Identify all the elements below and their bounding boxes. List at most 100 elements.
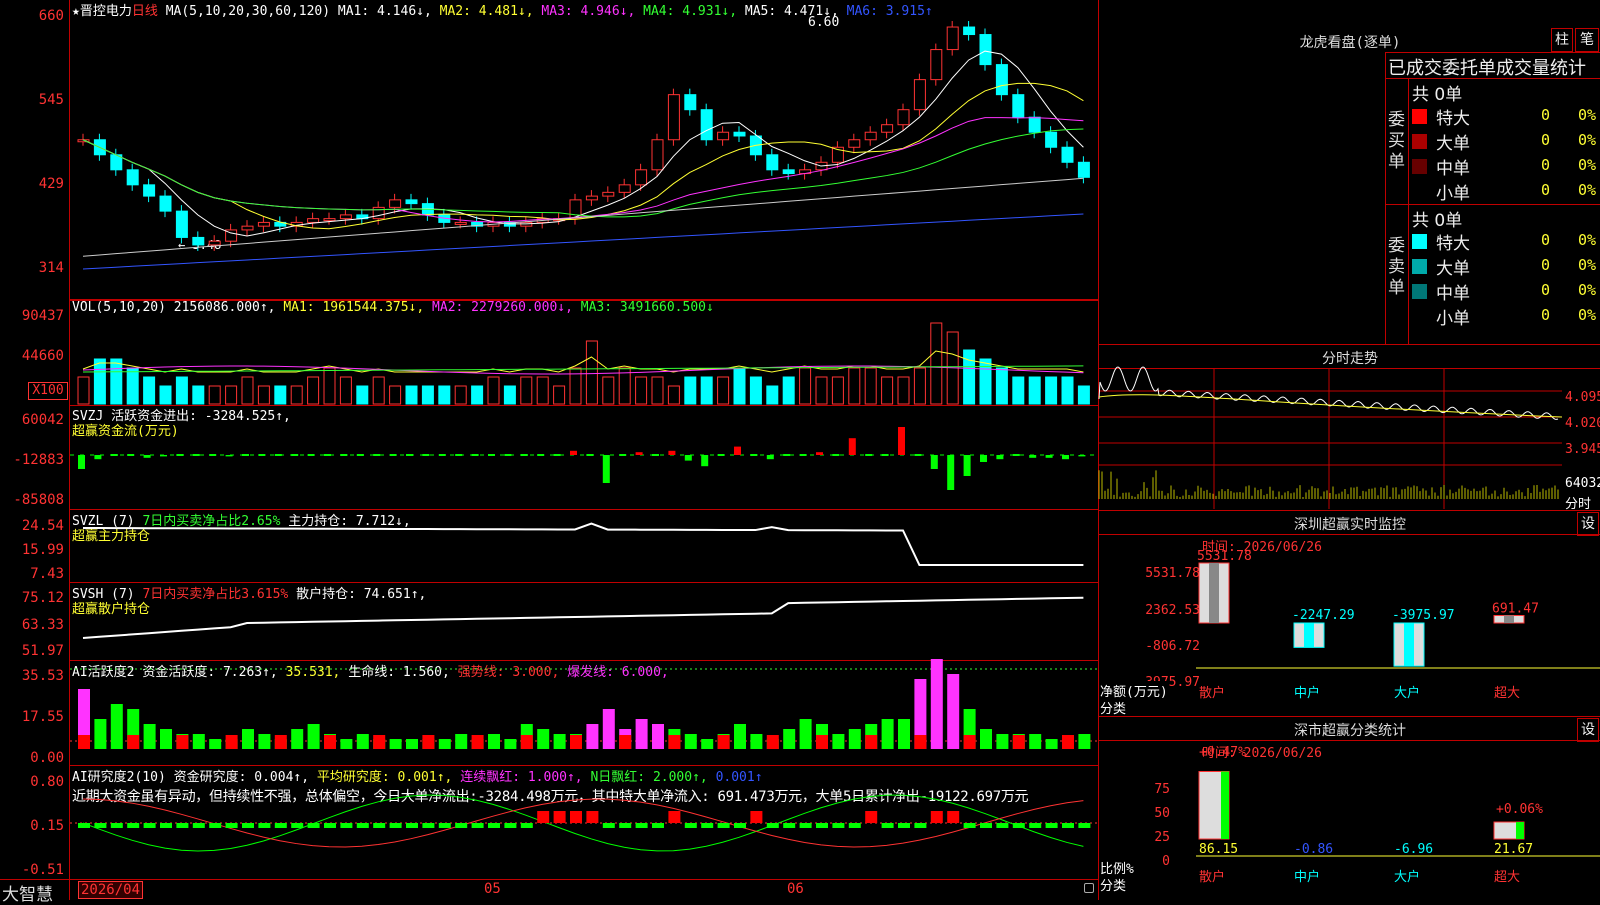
svzj-bar — [472, 454, 479, 456]
lhb-subtitle: 已成交委托单成交量统计 — [1388, 54, 1586, 80]
vol-unit-button[interactable]: X100 — [28, 382, 68, 400]
volume-bar — [127, 368, 138, 404]
order-color-swatch — [1412, 184, 1427, 199]
candle-body — [603, 192, 614, 196]
lock-icon[interactable] — [1084, 883, 1094, 893]
research-bar — [176, 823, 188, 828]
monitor-settings-button[interactable]: 设 — [1577, 512, 1599, 536]
ai2-axis-label: -0.51 — [0, 862, 64, 878]
volume-bar — [176, 377, 187, 404]
classify-chart[interactable]: 86.15 散户 -0.86 中户 -6.96 大户 21.67 超大 +0.47% +0.06% — [1099, 741, 1600, 900]
activity-bar — [504, 739, 516, 749]
order-type-label: 特大 — [1436, 104, 1470, 129]
order-percent: 0% — [1578, 156, 1596, 174]
classify-title: 深市超赢分类统计 — [1100, 720, 1600, 740]
lhb-left-border — [1385, 52, 1386, 344]
research-bar — [668, 811, 680, 823]
order-volume: 0 — [1530, 156, 1550, 174]
activity-bar — [931, 659, 943, 749]
order-type-label: 中单 — [1436, 279, 1470, 304]
activity-bar — [783, 729, 795, 749]
research-bar — [439, 823, 451, 828]
research-bar — [472, 823, 484, 828]
svzl-chart[interactable] — [70, 510, 1098, 582]
research-bar — [586, 811, 598, 823]
ai-activity-chart[interactable] — [70, 661, 1098, 765]
volume-bar — [832, 377, 843, 404]
activity-base — [176, 735, 188, 749]
research-bar — [652, 823, 664, 828]
vol-axis-label: 44660 — [0, 348, 64, 364]
research-bar — [947, 811, 959, 823]
research-bar — [324, 823, 336, 828]
research-bar — [504, 823, 516, 828]
order-volume: 0 — [1530, 231, 1550, 249]
research-bar — [127, 823, 139, 828]
activity-bar — [800, 719, 812, 749]
ai2-axis-label: 0.15 — [0, 818, 64, 834]
activity-bar — [242, 729, 254, 749]
research-bar — [422, 823, 434, 828]
svsh-chart[interactable] — [70, 583, 1098, 660]
volume-bar — [488, 377, 499, 404]
intraday-chart[interactable] — [1099, 369, 1562, 509]
bar-mode-button[interactable]: 柱 — [1551, 28, 1573, 52]
intraday-axis-label: 3.945 — [1565, 442, 1600, 457]
volume-bar — [144, 377, 155, 404]
classify-value-label: 86.15 — [1199, 842, 1238, 857]
volume-chart[interactable] — [70, 300, 1098, 405]
research-bar — [914, 823, 926, 828]
research-bar — [1078, 823, 1090, 828]
activity-base — [226, 735, 238, 749]
date-axis — [0, 879, 1098, 901]
activity-base — [1062, 735, 1074, 749]
price-chart[interactable] — [70, 0, 1098, 299]
research-bar — [226, 823, 238, 828]
activity-base — [521, 735, 533, 749]
activity-bar — [209, 739, 221, 749]
svzj-bar — [504, 454, 511, 456]
intraday-vol-label: 64032 — [1565, 476, 1600, 491]
volume-bar — [816, 377, 827, 404]
activity-bar — [455, 734, 467, 749]
volume-bar — [586, 341, 597, 404]
volume-bar — [750, 377, 761, 404]
activity-bar — [734, 724, 746, 749]
candle-body — [767, 155, 778, 170]
volume-bar — [1013, 377, 1024, 404]
monitor-chart[interactable]: 5531.78 散户 -2247.29 中户 -3975.97 大户 691.47 超大 — [1099, 535, 1600, 715]
research-bar — [816, 823, 828, 828]
candle-body — [373, 207, 384, 218]
volume-bar — [422, 386, 433, 404]
activity-bar — [160, 729, 172, 749]
research-bar — [521, 823, 533, 828]
volume-bar — [980, 359, 991, 404]
lhb-divider — [1385, 52, 1600, 53]
activity-bar — [996, 734, 1008, 749]
svzj-bar — [127, 454, 134, 456]
tick-mode-button[interactable]: 笔 — [1575, 28, 1599, 52]
svzj-bar — [882, 454, 889, 456]
research-bar — [455, 823, 467, 828]
order-color-swatch — [1412, 309, 1427, 324]
svzj-bar — [898, 427, 905, 455]
activity-bar — [701, 739, 713, 749]
candle-body — [144, 185, 155, 196]
candle-body — [964, 27, 975, 35]
volume-bar — [258, 386, 269, 404]
order-percent: 0% — [1578, 131, 1596, 149]
volume-bar — [357, 386, 368, 404]
svzj-chart[interactable] — [70, 405, 1098, 509]
ai-research-chart[interactable] — [70, 766, 1098, 879]
activity-base — [324, 735, 336, 749]
activity-bar — [603, 709, 615, 749]
month-06: 06 — [787, 881, 804, 897]
order-color-swatch — [1412, 259, 1427, 274]
svzj-bar — [800, 454, 807, 456]
research-bar — [390, 823, 402, 828]
candle-body — [160, 196, 171, 211]
research-bar — [1046, 823, 1058, 828]
svzj-bar — [849, 438, 856, 455]
classify-settings-button[interactable]: 设 — [1577, 718, 1599, 742]
activity-bar — [1046, 739, 1058, 749]
